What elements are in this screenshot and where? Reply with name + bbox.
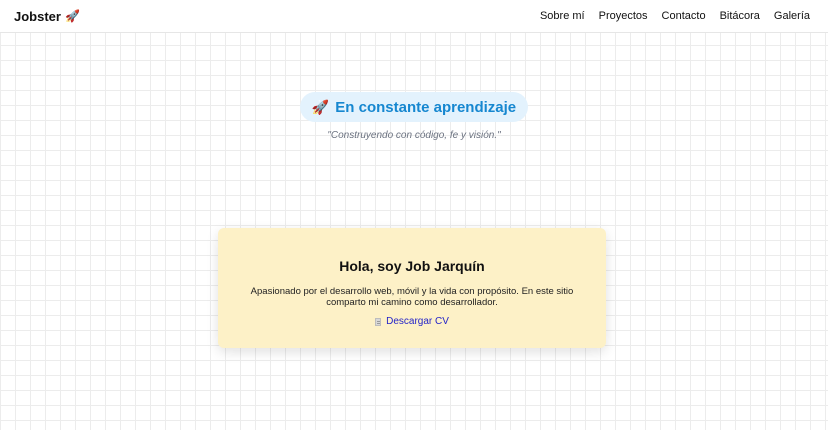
card-description: Apasionado por el desarrollo web, móvil … (250, 286, 574, 308)
nav-links: Sobre mí Proyectos Contacto Bitácora Gal… (540, 10, 810, 22)
card-title: Hola, soy Job Jarquín (339, 258, 485, 274)
document-icon (375, 317, 382, 326)
nav-link-galeria[interactable]: Galería (774, 10, 810, 22)
intro-card: Hola, soy Job Jarquín Apasionado por el … (218, 228, 606, 348)
download-cv-label: Descargar CV (386, 316, 449, 327)
brand[interactable]: Jobster 🚀 (14, 9, 80, 24)
rocket-icon: 🚀 (311, 98, 330, 115)
nav-link-bitacora[interactable]: Bitácora (720, 10, 760, 22)
navbar: Jobster 🚀 Sobre mí Proyectos Contacto Bi… (0, 0, 828, 33)
status-pill: 🚀 En constante aprendizaje (299, 92, 529, 122)
rocket-icon: 🚀 (64, 9, 80, 23)
pill-text: En constante aprendizaje (335, 98, 517, 116)
hero: 🚀 En constante aprendizaje "Construyendo… (0, 92, 828, 141)
download-cv-link[interactable]: Descargar CV (375, 316, 449, 327)
nav-link-proyectos[interactable]: Proyectos (599, 10, 648, 22)
nav-link-contacto[interactable]: Contacto (662, 10, 706, 22)
brand-name: Jobster (14, 8, 61, 24)
motto: "Construyendo con código, fe y visión." (327, 130, 501, 141)
nav-link-sobre-mi[interactable]: Sobre mí (540, 10, 585, 22)
